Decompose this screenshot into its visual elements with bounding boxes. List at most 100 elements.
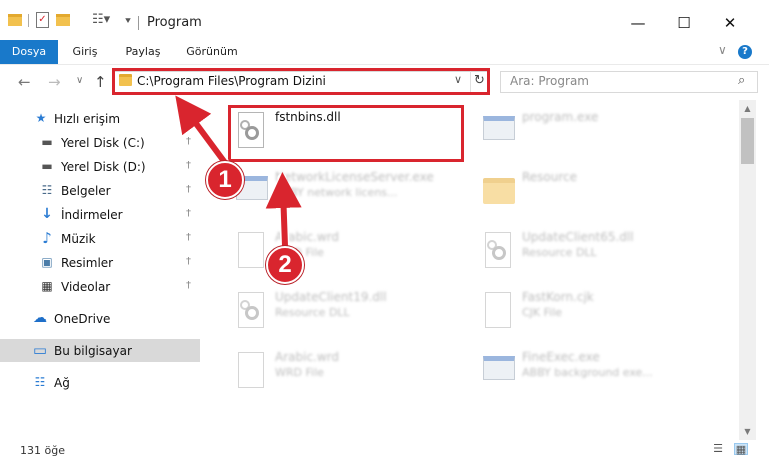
forward-icon[interactable]: → [48,73,61,91]
file-item[interactable]: NetworkLicenseServer.exe ABBY network li… [228,166,464,222]
file-item[interactable]: UpdateClient65.dll Resource DLL [475,226,711,282]
file-item[interactable]: program.exe [475,106,711,162]
documents-icon: ☷ [41,183,53,197]
quick-access-dropdown-icon[interactable]: ⯆ [124,14,132,30]
close-button[interactable]: ✕ [710,10,750,36]
sidebar-item-documents[interactable]: ☷ Belgeler † [0,179,200,202]
window-title: Program [147,15,202,30]
tab-dosya[interactable]: Dosya [0,40,58,64]
sidebar-item-label: Hızlı erişim [54,112,121,126]
file-name: FastKorn.cjk [522,290,594,304]
pin-icon[interactable]: † [186,232,191,243]
file-desc: Resource DLL [522,246,597,259]
pin-icon[interactable]: † [186,208,191,219]
file-name: Arabic.wrd [275,230,340,244]
tab-gorunum[interactable]: Görünüm [176,40,248,64]
file-desc: WRD File [275,366,324,379]
ribbon-expand-icon[interactable]: ∨ [718,43,727,57]
sidebar-item-this-pc[interactable]: ▭ Bu bilgisayar [0,339,200,362]
sidebar-item-network[interactable]: ☷ Ağ [0,371,200,394]
document-file-icon [481,292,513,332]
file-item[interactable]: Arabic.wrd WRD File [228,226,464,282]
pin-icon[interactable]: † [186,184,191,195]
file-name: FineExec.exe [522,350,600,364]
file-name: UpdateClient19.dll [275,290,387,304]
new-folder-icon[interactable] [56,14,70,26]
sidebar-item-label: Müzik [61,232,96,246]
sidebar-item-label: İndirmeler [61,208,123,222]
scroll-thumb[interactable] [741,118,754,164]
network-icon: ☷ [34,375,46,389]
pictures-icon: ▣ [41,255,53,269]
drive-icon: ▬ [41,159,53,173]
file-name: program.exe [522,110,599,124]
minimize-button[interactable]: — [618,10,658,36]
sidebar-item-label: Bu bilgisayar [54,344,132,358]
document-file-icon [234,232,266,272]
sidebar-item-local-disk-d[interactable]: ▬ Yerel Disk (D:) † [0,155,200,178]
sidebar-item-downloads[interactable]: ↓ İndirmeler † [0,203,200,226]
recent-locations-icon[interactable]: ∨ [76,75,83,86]
dll-file-icon [234,292,266,332]
file-desc: ABBY background exe... [522,366,653,379]
file-name: Resource [522,170,578,184]
ribbon-tabs: Dosya Giriş Paylaş Görünüm ∨ [0,40,769,64]
pin-icon[interactable]: † [186,256,191,267]
videos-icon: ▦ [41,279,53,293]
file-highlight [228,105,464,162]
file-item[interactable]: FineExec.exe ABBY background exe... [475,346,711,402]
pin-icon[interactable]: † [186,160,191,171]
address-highlight [112,68,490,95]
sidebar-item-label: Yerel Disk (C:) [61,136,145,150]
details-view-icon[interactable]: ☰ [711,443,725,455]
status-bar [0,440,769,473]
sidebar-item-onedrive[interactable]: ☁ OneDrive [0,307,200,330]
file-item[interactable]: FastKorn.cjk CJK File [475,286,711,342]
sidebar-item-label: OneDrive [54,312,111,326]
sidebar-item-pictures[interactable]: ▣ Resimler † [0,251,200,274]
star-icon: ★ [35,111,47,125]
folder-icon [481,172,515,212]
scroll-up-icon[interactable]: ▲ [739,100,756,117]
file-desc: ABBY network licens... [275,186,398,199]
maximize-button[interactable]: ☐ [664,10,704,36]
help-icon[interactable]: ? [738,45,752,59]
properties-icon[interactable]: ✓ [36,12,49,28]
pin-icon[interactable]: † [186,136,191,147]
sidebar-item-label: Belgeler [61,184,111,198]
customize-toolbar-icon[interactable]: ☷▾ [92,12,110,28]
file-item[interactable]: Arabic.wrd WRD File [228,346,464,402]
scroll-down-icon[interactable]: ▼ [739,423,756,440]
sidebar-item-videos[interactable]: ▦ Videolar † [0,275,200,298]
music-icon: ♪ [42,229,52,247]
title-separator [138,16,139,30]
folder-icon [8,14,22,26]
step-1-badge: 1 [206,161,244,199]
file-item[interactable]: UpdateClient19.dll Resource DLL [228,286,464,342]
sidebar-item-music[interactable]: ♪ Müzik † [0,227,200,250]
up-icon[interactable]: ↑ [94,73,107,91]
drive-icon: ▬ [41,135,53,149]
search-placeholder[interactable]: Ara: Program [510,74,589,88]
sidebar-item-local-disk-c[interactable]: ▬ Yerel Disk (C:) † [0,131,200,154]
step-2-badge: 2 [266,246,304,284]
sidebar-item-quick-access[interactable]: ★ Hızlı erişim [0,107,200,130]
tab-giris[interactable]: Giriş [60,40,110,64]
sidebar-item-label: Yerel Disk (D:) [61,160,146,174]
navigation-pane: ★ Hızlı erişim ▬ Yerel Disk (C:) † ▬ Yer… [0,100,205,440]
vertical-scrollbar[interactable]: ▲ ▼ [739,100,756,440]
separator-icon [28,14,29,27]
cloud-icon: ☁ [33,310,47,326]
downloads-icon: ↓ [41,206,53,222]
sidebar-item-label: Videolar [61,280,111,294]
large-icons-view-icon[interactable]: ▦ [734,443,748,456]
search-icon[interactable]: ⌕ [738,73,745,88]
file-name: Arabic.wrd [275,350,340,364]
computer-icon: ▭ [32,341,48,359]
file-item[interactable]: Resource [475,166,711,222]
pin-icon[interactable]: † [186,280,191,291]
tab-paylas[interactable]: Paylaş [114,40,172,64]
title-bar: ✓ ☷▾ ⯆ Program — ☐ ✕ [0,0,769,40]
back-icon[interactable]: ← [18,73,31,91]
file-name: NetworkLicenseServer.exe [275,170,434,184]
